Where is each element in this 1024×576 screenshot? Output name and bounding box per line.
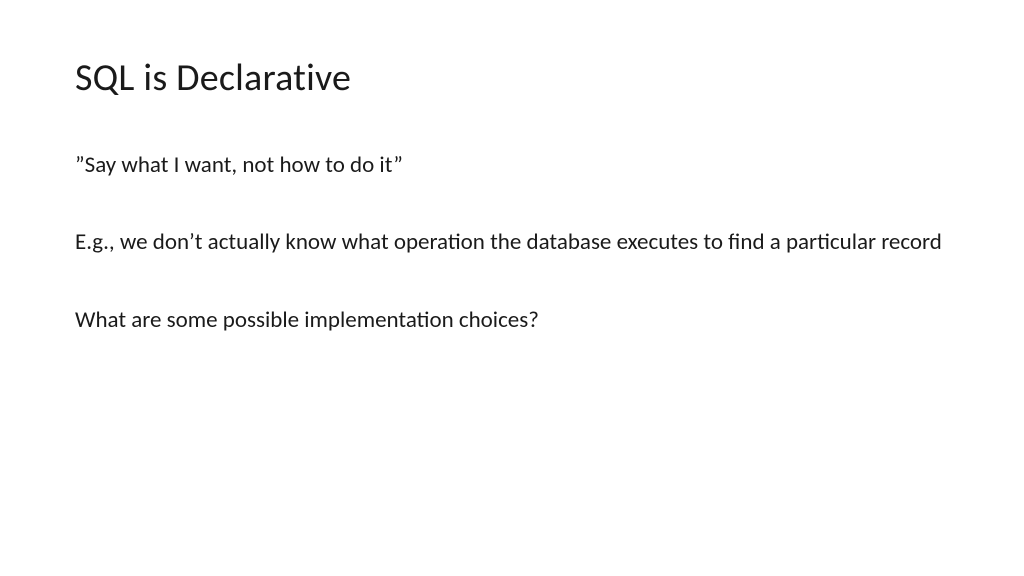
- slide-title: SQL is Declarative: [75, 55, 949, 101]
- slide-paragraph-3: What are some possible implementation ch…: [75, 306, 949, 335]
- slide-paragraph-2: E.g., we don’t actually know what operat…: [75, 228, 949, 257]
- slide-paragraph-1: ”Say what I want, not how to do it”: [75, 151, 949, 180]
